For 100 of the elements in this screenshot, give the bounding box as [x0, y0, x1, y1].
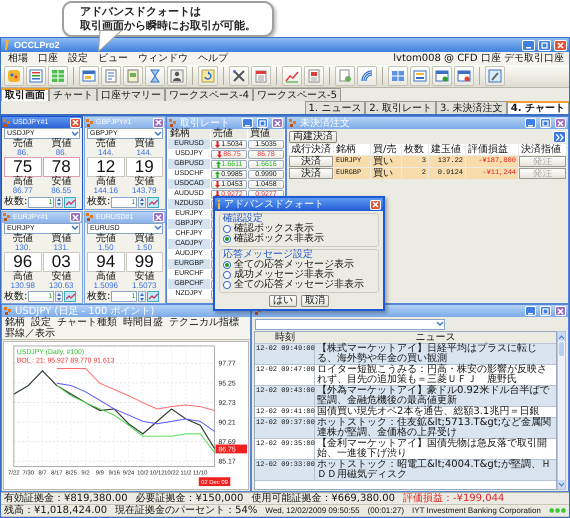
sell-price-button[interactable]: 12: [87, 157, 124, 177]
news-headline[interactable]: ホットストック：昭電工&lt;4004.T&gt;が堅調、ＨＤＤ用磁気ディスク: [315, 460, 556, 480]
minimize-button[interactable]: [522, 40, 535, 50]
tab[interactable]: 1. ニュース: [304, 101, 366, 114]
news-headline[interactable]: 国債買い現先オペ2本を通告、総額3.1兆円＝日銀: [315, 407, 556, 417]
radio-button[interactable]: [223, 281, 231, 289]
tab[interactable]: ワークスペース-5: [252, 88, 341, 101]
toolbar-button[interactable]: [282, 66, 302, 86]
menu-item[interactable]: テクニカル指標: [169, 317, 239, 328]
toolbar-button[interactable]: [251, 66, 271, 86]
toolbar-button[interactable]: [229, 66, 249, 86]
radio-button[interactable]: [223, 271, 231, 279]
radio-button[interactable]: [223, 261, 231, 269]
news-headline[interactable]: ロイター短観こうみる：円高・株安の影響が反映されず、目先の追加策も＝三菱ＵＦＪ 鹿野氏: [315, 365, 556, 385]
maximize-button[interactable]: [538, 40, 551, 50]
minimize-button[interactable]: [242, 118, 253, 128]
menu-item[interactable]: ウィンドウ: [133, 52, 193, 64]
close-button[interactable]: [272, 118, 283, 128]
scroll-thumb[interactable]: [559, 342, 564, 356]
minimize-button[interactable]: [525, 118, 536, 128]
toolbar-button[interactable]: [167, 66, 187, 86]
menu-item[interactable]: 銘柄: [5, 317, 25, 328]
tab[interactable]: 2. 取引レート: [365, 101, 436, 114]
menu-item[interactable]: 時間目盛: [123, 317, 163, 328]
buy-price-button[interactable]: 78: [42, 157, 80, 177]
toolbar-button[interactable]: [304, 66, 324, 86]
maximize-button[interactable]: [257, 118, 268, 128]
news-headline[interactable]: 【外為マーケットアイ】豪ドル0.92米ドル台半ばで堅調、金融危機後の最高値更新: [315, 386, 556, 406]
close-button[interactable]: [555, 306, 566, 316]
sell-price-button[interactable]: 96: [4, 252, 42, 272]
close-button[interactable]: [370, 200, 381, 210]
chart-button[interactable]: [147, 291, 160, 302]
menu-item[interactable]: ヘルプ: [193, 52, 233, 64]
close-position-button[interactable]: 決済: [289, 156, 333, 167]
chart-button[interactable]: [64, 196, 76, 208]
close-all-button[interactable]: 両建決済: [289, 131, 337, 143]
close-button[interactable]: [554, 40, 567, 50]
tab[interactable]: 4. チャート: [506, 101, 569, 114]
sell-price-button[interactable]: 75: [4, 157, 42, 177]
buy-price-button[interactable]: 19: [126, 157, 163, 177]
menu-item[interactable]: 罫線／表示: [5, 328, 55, 339]
tab[interactable]: 3. 未決済注文: [436, 101, 507, 114]
toolbar-button[interactable]: [357, 66, 377, 86]
toolbar-button[interactable]: [454, 66, 474, 86]
tab[interactable]: ワークスペース-4: [165, 88, 253, 101]
toolbar-button[interactable]: [485, 66, 505, 86]
panel-icon: [86, 213, 94, 221]
toolbar-button[interactable]: [335, 66, 355, 86]
price-label: 安値: [133, 272, 156, 282]
maximize-button[interactable]: [540, 306, 551, 316]
toolbar-button[interactable]: [79, 66, 99, 86]
chart-button[interactable]: [147, 196, 160, 208]
news-headline[interactable]: 【株式マーケットアイ】日経平均はプラスに転じる、海外勢や年金の買い観測: [315, 344, 556, 364]
dialog-button[interactable]: はい: [269, 295, 297, 307]
menu-item[interactable]: 口座: [33, 52, 63, 64]
close-button[interactable]: [555, 118, 566, 128]
close-button[interactable]: [70, 118, 81, 128]
menu-item[interactable]: 設定: [31, 317, 51, 328]
radio-button[interactable]: [223, 235, 231, 243]
toolbar-button[interactable]: [388, 66, 408, 86]
radio-button[interactable]: [223, 225, 231, 233]
toolbar-button[interactable]: [4, 66, 24, 86]
toolbar-button[interactable]: [198, 66, 218, 86]
news-headline[interactable]: ホットストック：住友鉱&lt;5713.T&gt;など金属関連株が堅調、金価格の上昇受け: [315, 418, 556, 438]
spinner-button[interactable]: [138, 291, 146, 302]
close-position-button[interactable]: 決済: [289, 168, 333, 179]
tab[interactable]: チャート: [49, 88, 97, 101]
scroll-up-button[interactable]: [558, 332, 565, 341]
status-lights-icon: [548, 507, 566, 514]
tab[interactable]: 取引画面: [1, 88, 49, 101]
menu-item[interactable]: チャート種類: [57, 317, 117, 328]
sell-price-button[interactable]: 94: [87, 252, 124, 272]
maximize-button[interactable]: [540, 118, 551, 128]
buy-price-button[interactable]: 99: [126, 252, 163, 272]
menu-item[interactable]: 相場: [3, 52, 33, 64]
toolbar-button[interactable]: [145, 66, 165, 86]
dialog-button[interactable]: 取消: [301, 295, 329, 307]
expand-button[interactable]: [553, 131, 566, 143]
chart-button[interactable]: [64, 291, 76, 302]
minimize-button[interactable]: [525, 306, 536, 316]
news-headline[interactable]: 【金利マーケットアイ】国債先物は急反落で取引開始、一進後下げ渋り: [315, 439, 556, 459]
window-list-icon: [413, 69, 427, 83]
toolbar-button[interactable]: [432, 66, 452, 86]
tab[interactable]: 口座サマリー: [97, 88, 165, 101]
menu-item[interactable]: ビュー: [93, 52, 133, 64]
buy-price-button[interactable]: 03: [42, 252, 80, 272]
toolbar-button[interactable]: [26, 66, 46, 86]
close-button[interactable]: [153, 118, 164, 128]
spinner-button[interactable]: [55, 196, 64, 208]
scroll-down-button[interactable]: [558, 480, 565, 489]
spinner-button[interactable]: [138, 196, 146, 208]
news-filter-dropdown[interactable]: [255, 318, 445, 330]
menu-item[interactable]: 設定: [63, 52, 93, 64]
price-prefix: 86.: [16, 149, 30, 157]
spinner-button[interactable]: [55, 291, 64, 302]
close-button[interactable]: [153, 212, 164, 222]
toolbar-button[interactable]: [101, 66, 121, 86]
close-button[interactable]: [70, 212, 81, 222]
toolbar-button[interactable]: [410, 66, 430, 86]
toolbar-button[interactable]: [123, 66, 143, 86]
